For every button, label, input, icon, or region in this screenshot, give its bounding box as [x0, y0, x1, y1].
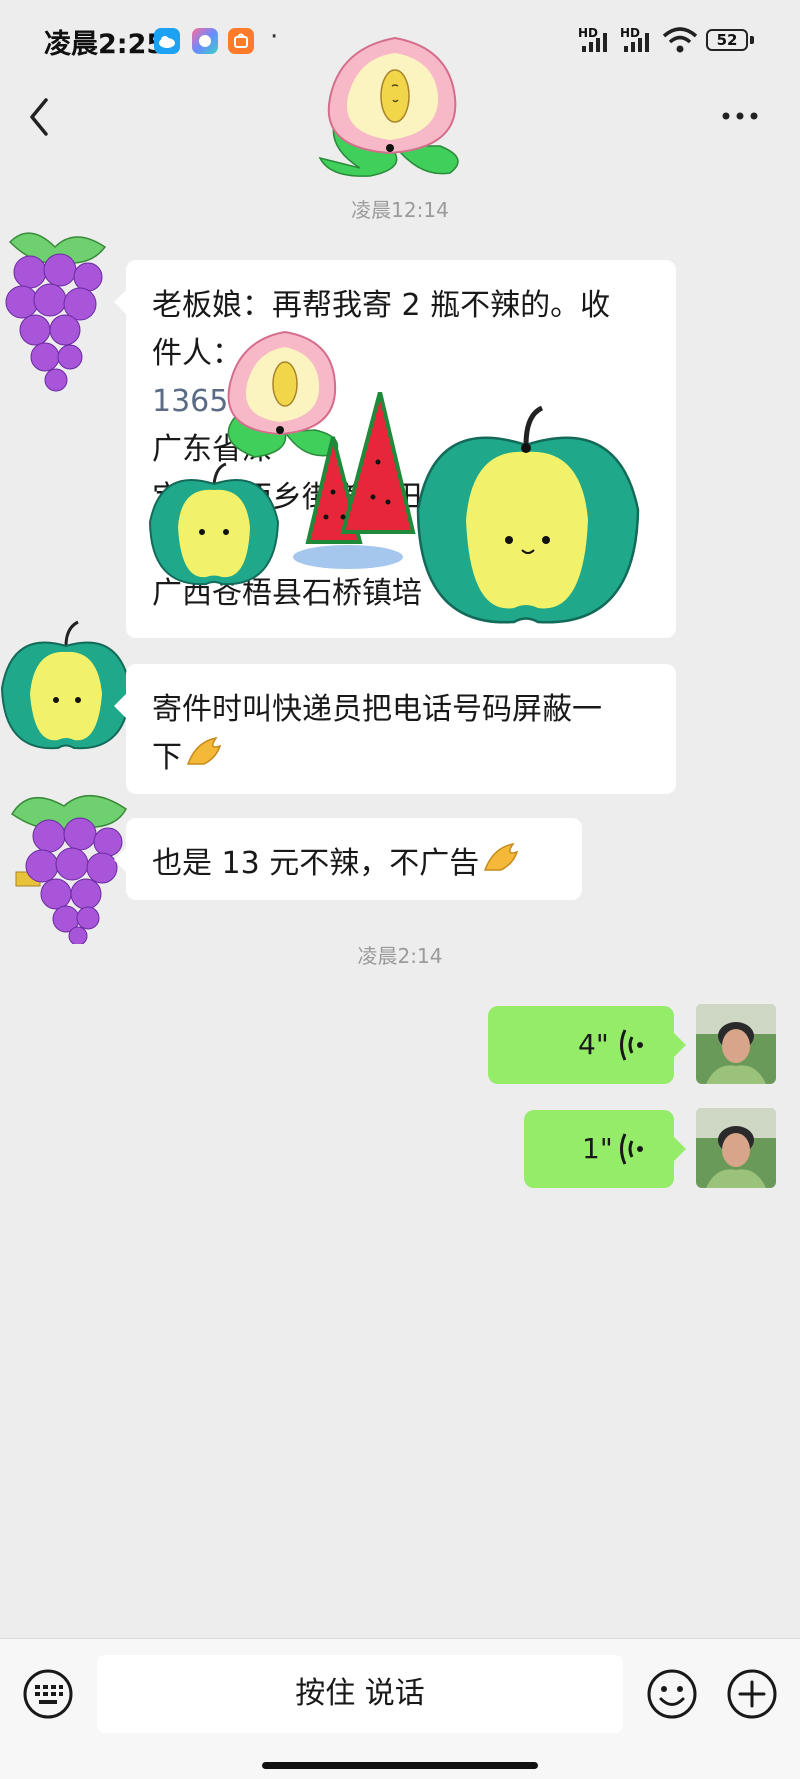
battery-icon: 52 — [706, 29, 748, 51]
home-indicator[interactable] — [262, 1762, 538, 1769]
plus-button[interactable] — [726, 1668, 778, 1720]
apple-avatar[interactable] — [0, 618, 132, 754]
clap-emoji-icon — [483, 841, 521, 889]
keyboard-button[interactable] — [22, 1668, 74, 1720]
cloud-app-icon — [154, 28, 180, 54]
gallery-app-icon — [192, 28, 218, 54]
wifi-icon — [662, 26, 698, 54]
hold-to-talk-label: 按住 说话 — [295, 1676, 425, 1711]
more-button[interactable] — [720, 102, 760, 126]
chevron-left-icon — [30, 98, 48, 136]
status-dot: · — [270, 22, 279, 52]
msg1-line-3: 1365 — [152, 384, 229, 419]
user-avatar-2[interactable] — [696, 1108, 776, 1188]
grape-avatar-icon — [5, 232, 107, 392]
msg3-text: 也是 13 元不辣，不广告 — [152, 846, 480, 881]
user-avatar-1[interactable] — [696, 1004, 776, 1084]
plus-icon — [727, 1669, 777, 1719]
message-bubble-1[interactable]: 老板娘：再帮我寄 2 瓶不辣的。收 件人： 1365 广东省深 宝安区西乡街道宝… — [114, 260, 676, 638]
user-photo-icon — [696, 1108, 776, 1188]
battery-level: 52 — [716, 31, 738, 49]
voice-wave-icon — [620, 1029, 643, 1061]
clap-emoji-icon — [186, 735, 224, 783]
battery-tip — [750, 36, 754, 44]
msg1-line-1: 老板娘：再帮我寄 2 瓶不辣的。收 — [152, 288, 611, 323]
msg2-line-2: 下 — [152, 734, 652, 783]
back-button[interactable] — [20, 92, 60, 142]
ellipsis-icon — [722, 112, 758, 120]
msg1-line-5: 宝安区西乡街道宝田 — [152, 480, 422, 515]
timestamp-1: 凌晨12:14 — [351, 198, 449, 222]
signal-2-icon: HD — [620, 26, 660, 54]
mi-store-icon — [228, 28, 254, 54]
message-bubble-3[interactable]: 也是 13 元不辣，不广告 — [114, 818, 582, 900]
voice-wave-icon — [620, 1133, 643, 1165]
msg1-line-6: 广西苍梧县石桥镇培 — [152, 576, 422, 611]
signal-1-icon: HD — [578, 26, 618, 54]
voice-duration-1: 4" — [578, 1028, 609, 1061]
voice-message-1[interactable]: 4" — [488, 1006, 686, 1084]
grape-avatar-1[interactable] — [0, 222, 120, 392]
emoji-button[interactable] — [646, 1668, 698, 1720]
status-time: 凌晨2:25 — [44, 29, 166, 60]
msg1-line-4: 广东省深 — [152, 432, 272, 467]
user-photo-icon — [696, 1004, 776, 1084]
voice-duration-2: 1" — [582, 1132, 613, 1165]
status-bar: 凌晨2:25 · HD HD 52 — [0, 0, 800, 80]
timestamp-2: 凌晨2:14 — [357, 944, 443, 968]
keyboard-icon — [23, 1669, 73, 1719]
message-bubble-2[interactable]: 寄件时叫快递员把电话号码屏蔽一 下 — [114, 664, 676, 794]
voice-message-2[interactable]: 1" — [524, 1110, 686, 1188]
apple-avatar-icon — [0, 620, 132, 750]
hold-to-talk-button[interactable]: 按住 说话 — [97, 1655, 623, 1733]
msg2-line-1: 寄件时叫快递员把电话号码屏蔽一 — [152, 692, 602, 727]
msg1-line-2: 件人： — [152, 336, 242, 371]
emoji-icon — [647, 1669, 697, 1719]
